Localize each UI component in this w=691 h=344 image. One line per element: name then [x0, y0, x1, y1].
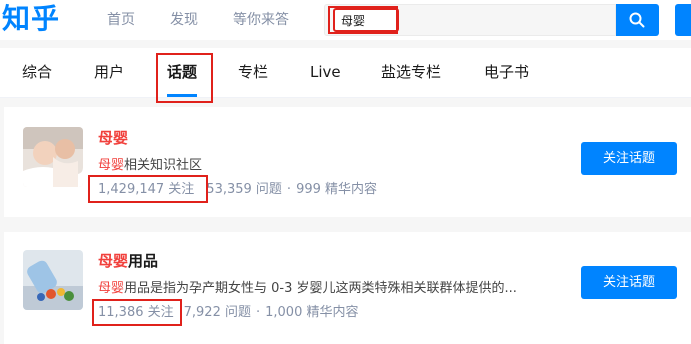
zhihu-logo[interactable]: 知乎 [2, 0, 60, 38]
follow-topic-button[interactable]: 关注话题 [581, 142, 677, 175]
question-count[interactable]: 53,359 问题 [206, 182, 282, 197]
nav-waiting-answers[interactable]: 等你来答 [233, 11, 289, 29]
topic-thumbnail[interactable] [23, 250, 83, 310]
tab-general[interactable]: 综合 [22, 62, 52, 82]
nav-home[interactable]: 首页 [107, 11, 135, 29]
topic-title[interactable]: 母婴 [98, 128, 128, 148]
topic-title[interactable]: 母婴用品 [98, 251, 158, 271]
featured-count[interactable]: 1,000 精华内容 [265, 305, 358, 320]
search-icon [629, 12, 645, 28]
tab-ebooks[interactable]: 电子书 [484, 62, 529, 82]
tab-salt-columns[interactable]: 盐选专栏 [381, 62, 441, 82]
annotation-box-topics-tab [156, 53, 213, 103]
desc-keyword: 母婴 [98, 281, 125, 296]
annotation-box-search [328, 6, 398, 34]
desc-rest: 用品是指为孕产期女性与 0-3 岁婴儿这两类特殊相关联群体提供的... [124, 281, 517, 296]
separator-dot: · [286, 182, 292, 197]
title-keyword: 母婴 [98, 252, 129, 270]
tab-columns[interactable]: 专栏 [238, 62, 268, 82]
separator-dot: · [255, 305, 261, 320]
title-keyword: 母婴 [98, 129, 129, 147]
topic-description: 母婴用品是指为孕产期女性与 0-3 岁婴儿这两类特殊相关联群体提供的... [98, 280, 517, 298]
question-count[interactable]: 7,922 问题 [184, 305, 251, 320]
search-type-tabs: 综合 用户 话题 专栏 Live 盐选专栏 电子书 [0, 48, 691, 98]
title-rest: 用品 [128, 252, 159, 270]
search-button[interactable] [616, 4, 659, 36]
desc-keyword: 母婴 [98, 158, 125, 173]
topic-description: 母婴相关知识社区 [98, 157, 202, 175]
tab-live[interactable]: Live [310, 62, 341, 82]
ask-question-button[interactable] [675, 4, 691, 36]
desc-rest: 相关知识社区 [124, 158, 203, 173]
featured-count[interactable]: 999 精华内容 [296, 182, 377, 197]
topic-result-card: 母婴用品 母婴用品是指为孕产期女性与 0-3 岁婴儿这两类特殊相关联群体提供的.… [4, 232, 691, 344]
topic-thumbnail[interactable] [23, 127, 83, 187]
annotation-box-followers [92, 299, 182, 326]
annotation-box-followers [88, 175, 208, 203]
nav-discover[interactable]: 发现 [170, 11, 198, 29]
tab-users[interactable]: 用户 [94, 62, 124, 82]
follow-topic-button[interactable]: 关注话题 [581, 266, 677, 299]
